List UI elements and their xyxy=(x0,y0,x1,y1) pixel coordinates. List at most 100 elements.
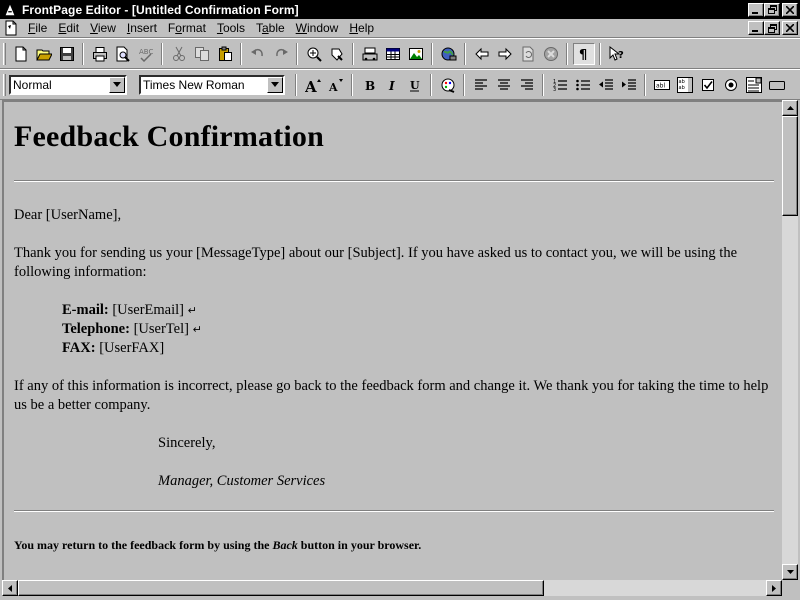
menu-insert[interactable]: Insert xyxy=(122,21,163,35)
context-help-icon[interactable]: ? xyxy=(606,43,628,65)
toolbar-grip[interactable] xyxy=(3,73,6,96)
redo-icon[interactable] xyxy=(270,43,292,65)
toolbar-separator xyxy=(542,73,544,96)
telephone-label: Telephone: xyxy=(62,321,130,337)
text-color-icon[interactable] xyxy=(437,74,459,96)
document-icon[interactable] xyxy=(3,20,19,36)
copy-icon[interactable] xyxy=(191,43,213,65)
contact-info-block: E-mail: [UserEmail] ↵ Telephone: [UserTe… xyxy=(62,301,774,358)
menu-view[interactable]: View xyxy=(85,21,122,35)
new-page-icon[interactable] xyxy=(10,43,32,65)
toolbar-separator xyxy=(82,42,84,65)
numbered-list-icon[interactable]: 123 xyxy=(549,74,571,96)
doc-restore-button[interactable] xyxy=(764,21,780,35)
scroll-right-button[interactable] xyxy=(766,580,782,596)
increase-text-size-icon[interactable]: A xyxy=(302,74,324,96)
toolbar-separator xyxy=(295,73,297,96)
spelling-icon[interactable]: ABC xyxy=(135,43,157,65)
paragraph-style-select[interactable]: Normal xyxy=(9,74,127,95)
svg-text:A: A xyxy=(328,81,338,93)
insert-table-icon[interactable] xyxy=(382,43,404,65)
horizontal-scrollbar[interactable] xyxy=(2,580,782,596)
vertical-scroll-thumb[interactable] xyxy=(782,116,798,216)
decrease-text-size-icon[interactable]: A xyxy=(325,74,347,96)
webbot-component-icon[interactable] xyxy=(303,43,325,65)
align-right-icon[interactable] xyxy=(516,74,538,96)
menu-format[interactable]: Format xyxy=(163,21,212,35)
insert-image-icon[interactable] xyxy=(405,43,427,65)
body-paragraph: Thank you for sending us your [MessageTy… xyxy=(14,245,738,280)
increase-indent-icon[interactable] xyxy=(618,74,640,96)
line-break-icon: ↵ xyxy=(192,323,202,336)
save-disk-icon[interactable] xyxy=(56,43,78,65)
hyperlink-globe-icon[interactable] xyxy=(438,43,460,65)
footer-text-start: You may return to the feedback form by u… xyxy=(14,538,273,552)
align-center-icon[interactable] xyxy=(493,74,515,96)
show-paragraph-marks-icon[interactable]: ¶ xyxy=(572,42,595,65)
stop-icon[interactable] xyxy=(540,43,562,65)
open-folder-icon[interactable] xyxy=(33,43,55,65)
bulleted-list-icon[interactable] xyxy=(572,74,594,96)
push-button-field-icon[interactable] xyxy=(766,74,788,96)
format-toolbar: Normal Times New Roman A A B I U 123 abl… xyxy=(0,69,800,100)
editor-pane[interactable]: Feedback Confirmation Dear [UserName], T… xyxy=(2,100,784,580)
menu-table[interactable]: Table xyxy=(251,21,291,35)
underline-icon[interactable]: U xyxy=(404,74,426,96)
scroll-down-button[interactable] xyxy=(782,564,798,580)
document-content[interactable]: Feedback Confirmation Dear [UserName], T… xyxy=(14,112,774,574)
fax-label: FAX: xyxy=(62,340,96,356)
close-button[interactable] xyxy=(782,2,798,17)
telephone-value: [UserTel] xyxy=(133,321,189,337)
toolbar-grip[interactable] xyxy=(3,42,6,65)
toolbar-separator xyxy=(296,42,298,65)
font-select[interactable]: Times New Roman xyxy=(139,74,285,95)
format-painter-icon[interactable] xyxy=(326,43,348,65)
undo-icon[interactable] xyxy=(247,43,269,65)
restore-button[interactable] xyxy=(764,2,780,17)
svg-text:A: A xyxy=(305,78,317,93)
vertical-scrollbar[interactable] xyxy=(782,100,798,580)
menu-help[interactable]: Help xyxy=(344,21,380,35)
align-left-icon[interactable] xyxy=(470,74,492,96)
checkbox-field-icon[interactable] xyxy=(697,74,719,96)
insert-form-field-icon[interactable] xyxy=(359,43,381,65)
back-arrow-icon[interactable] xyxy=(471,43,493,65)
decrease-indent-icon[interactable] xyxy=(595,74,617,96)
chevron-down-icon[interactable] xyxy=(109,76,125,93)
menu-tools[interactable]: Tools xyxy=(212,21,251,35)
menu-window[interactable]: Window xyxy=(291,21,345,35)
doc-minimize-button[interactable] xyxy=(748,21,764,35)
bold-icon[interactable]: B xyxy=(358,74,380,96)
chevron-down-icon[interactable] xyxy=(267,76,283,93)
toolbar-separator xyxy=(599,42,601,65)
page-heading: Feedback Confirmation xyxy=(14,120,325,153)
print-icon[interactable] xyxy=(89,43,111,65)
drop-down-menu-field-icon[interactable] xyxy=(743,74,765,96)
italic-icon[interactable]: I xyxy=(381,74,403,96)
one-line-text-box-icon[interactable]: abl xyxy=(651,74,673,96)
svg-text:U: U xyxy=(410,79,420,92)
standard-toolbar: ABC ¶ ? xyxy=(0,38,800,69)
scrolling-text-box-icon[interactable]: ab ab xyxy=(674,74,696,96)
scroll-left-button[interactable] xyxy=(2,580,18,596)
paste-icon[interactable] xyxy=(214,43,236,65)
svg-text:3: 3 xyxy=(553,87,556,93)
greeting-paragraph: Dear [UserName], xyxy=(14,207,122,223)
menu-edit[interactable]: Edit xyxy=(53,21,85,35)
footer-back-word: Back xyxy=(272,538,298,552)
refresh-icon[interactable] xyxy=(517,43,539,65)
frontpage-app-icon[interactable] xyxy=(2,2,18,18)
doc-close-button[interactable] xyxy=(782,21,798,35)
radio-button-field-icon[interactable] xyxy=(720,74,742,96)
minimize-button[interactable] xyxy=(748,2,764,17)
cut-icon[interactable] xyxy=(168,43,190,65)
menu-bar: File Edit View Insert Format Tools Table… xyxy=(0,19,800,38)
horizontal-scroll-thumb[interactable] xyxy=(18,580,544,596)
print-preview-icon[interactable] xyxy=(112,43,134,65)
svg-text:abl: abl xyxy=(656,82,665,89)
scrollbar-corner xyxy=(782,580,798,596)
forward-arrow-icon[interactable] xyxy=(494,43,516,65)
menu-file[interactable]: File xyxy=(23,21,53,35)
scroll-up-button[interactable] xyxy=(782,100,798,116)
signature-text: Manager, Customer Services xyxy=(158,472,774,491)
